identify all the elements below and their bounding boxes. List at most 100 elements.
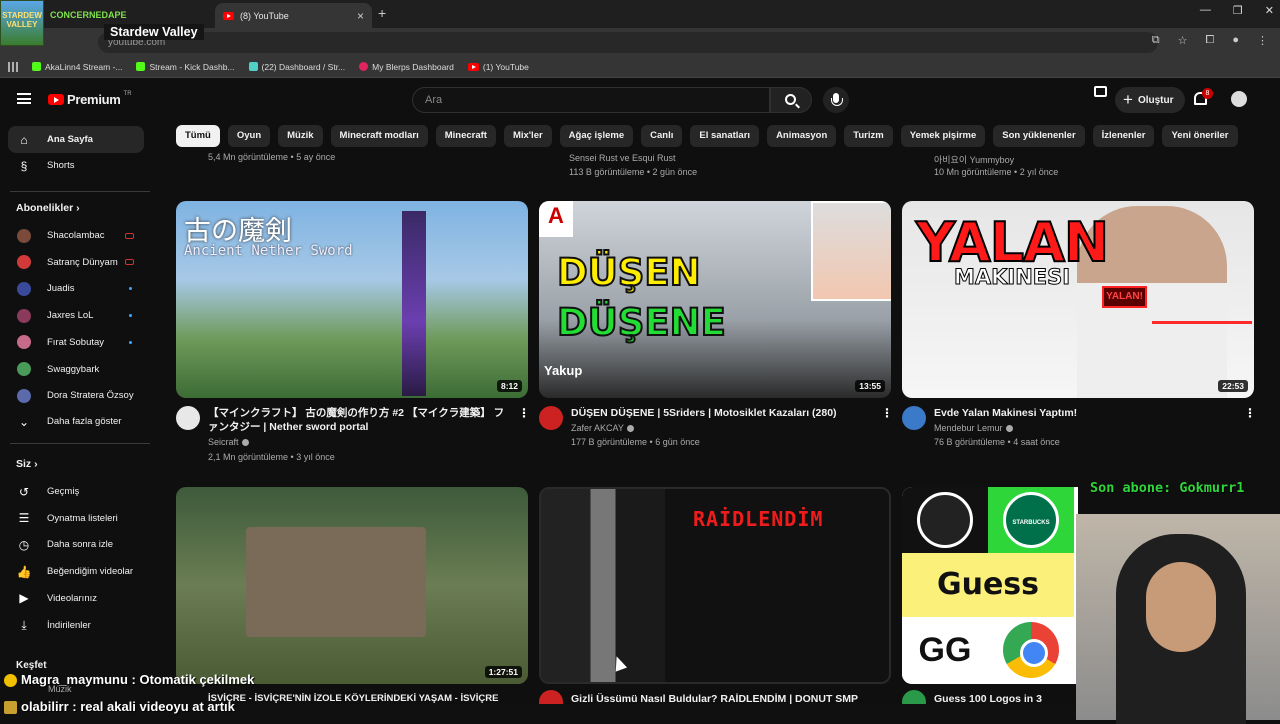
filter-chip[interactable]: Yeni öneriler bbox=[1162, 125, 1238, 147]
bookmark-item[interactable]: My Blerps Dashboard bbox=[359, 62, 454, 72]
profile-icon[interactable]: ● bbox=[1232, 34, 1239, 47]
video-title[interactable]: Evde Yalan Makinesi Yaptım! bbox=[934, 406, 1234, 420]
sidebar-item[interactable]: ▶ Videolarınız bbox=[8, 585, 144, 612]
thumbnail-face-inset bbox=[811, 201, 891, 301]
menu-icon[interactable]: ⋮ bbox=[1257, 34, 1268, 47]
toolbar-icons: ⧉ ☆ ⧠ ● ⋮ bbox=[1152, 34, 1268, 47]
channel-name[interactable]: Zafer AKCAY bbox=[571, 421, 634, 436]
sidebar-item[interactable]: ⤓ İndirilenler bbox=[8, 612, 144, 639]
bookmark-item[interactable]: AkaLinn4 Stream -... bbox=[32, 62, 122, 72]
filter-chip[interactable]: İzlenenler bbox=[1092, 125, 1155, 147]
filter-chip[interactable]: Animasyon bbox=[767, 125, 837, 147]
youtube-logo[interactable]: Premium TR bbox=[48, 91, 132, 107]
sidebar-item-shorts[interactable]: § Shorts bbox=[8, 152, 144, 179]
video-meta: 177 B görüntüleme • 6 gün önce bbox=[571, 437, 700, 447]
restore-icon[interactable]: ❐ bbox=[1233, 4, 1243, 17]
sidebar-item-home[interactable]: ⌂ Ana Sayfa bbox=[8, 126, 144, 153]
filter-chip[interactable]: Canlı bbox=[641, 125, 683, 147]
hamburger-menu-icon[interactable] bbox=[17, 93, 31, 104]
video-thumbnail[interactable]: A DÜŞEN DÜŞENE Yakup 13:55 bbox=[539, 201, 891, 398]
sidebar-item[interactable]: ☰ Oynatma listeleri bbox=[8, 505, 144, 532]
close-tab-icon[interactable]: × bbox=[357, 9, 364, 23]
subscriptions-heading[interactable]: Abonelikler › bbox=[16, 202, 80, 214]
account-avatar[interactable] bbox=[1229, 89, 1249, 109]
channel-avatar[interactable] bbox=[539, 406, 563, 430]
search-button[interactable] bbox=[770, 87, 812, 113]
channel-name-text: Zafer AKCAY bbox=[571, 423, 624, 433]
sidebar-item[interactable]: ↺ Geçmiş bbox=[8, 478, 144, 505]
show-more-button[interactable]: ⌄ Daha fazla göster bbox=[8, 408, 144, 435]
video-thumbnail[interactable]: 古の魔剣 Ancient Nether Sword 8:12 bbox=[176, 201, 528, 398]
video-thumbnail[interactable]: STARBUCKS COFFEE Guess 100 GG bbox=[902, 487, 1078, 684]
video-thumbnail[interactable]: 1:27:51 bbox=[176, 487, 528, 684]
filter-chip[interactable]: El sanatları bbox=[690, 125, 760, 147]
prev-video-channel[interactable]: 아비요이 Yummyboy bbox=[934, 153, 1014, 166]
subscription-item[interactable]: Shacolambac bbox=[8, 222, 144, 249]
filter-chip[interactable]: Tümü bbox=[176, 125, 220, 147]
subscriptions-heading-label: Abonelikler bbox=[16, 202, 74, 214]
voice-search-icon[interactable] bbox=[823, 87, 849, 113]
channel-name[interactable]: Mendebur Lemur bbox=[934, 421, 1013, 436]
address-bar[interactable]: youtube.com bbox=[98, 32, 1158, 53]
bookmark-item[interactable]: Stream - Kick Dashb... bbox=[136, 62, 235, 72]
video-thumbnail[interactable]: RAİDLENDİM bbox=[539, 487, 891, 684]
chat-message: Magra_maymunu : Otomatik çekilmek bbox=[4, 672, 254, 688]
subscription-name: Dora Stratera Özsoy bbox=[47, 390, 134, 402]
bookmark-star-icon[interactable]: ☆ bbox=[1178, 34, 1188, 47]
you-heading-label: Siz bbox=[16, 458, 32, 470]
thumbnail-minecraft-skin bbox=[541, 489, 665, 682]
new-content-dot bbox=[129, 314, 132, 318]
filter-chip[interactable]: Minecraft modları bbox=[330, 125, 428, 147]
video-thumbnail[interactable]: YALAN MAKINESI YALAN! 22:53 bbox=[902, 201, 1254, 398]
filter-chip[interactable]: Son yüklenenler bbox=[993, 125, 1085, 147]
channel-avatar bbox=[17, 255, 31, 270]
filter-chip[interactable]: Oyun bbox=[227, 125, 271, 147]
filter-chip[interactable]: Minecraft bbox=[435, 125, 496, 147]
apps-grid-icon[interactable] bbox=[8, 61, 18, 72]
bookmark-item[interactable]: (1) YouTube bbox=[467, 62, 529, 72]
filter-chip[interactable]: Turizm bbox=[844, 125, 893, 147]
sidebar-item-label: Daha fazla göster bbox=[47, 416, 122, 427]
extensions-icon[interactable]: ⧠ bbox=[1206, 34, 1215, 47]
you-heading[interactable]: Siz › bbox=[16, 458, 38, 470]
bookmark-item[interactable]: (22) Dashboard / Str... bbox=[248, 62, 345, 72]
filter-chip[interactable]: Ağaç işleme bbox=[559, 125, 634, 147]
more-options-icon[interactable]: ⋮ bbox=[1244, 406, 1256, 420]
more-options-icon[interactable]: ⋮ bbox=[881, 406, 893, 420]
kick-icon bbox=[136, 62, 146, 71]
bookmarks-bar: AkaLinn4 Stream -... Stream - Kick Dashb… bbox=[0, 56, 1280, 78]
close-window-icon[interactable]: ✕ bbox=[1265, 4, 1274, 17]
subscription-item[interactable]: Jaxres LoL bbox=[8, 302, 144, 329]
filter-chip[interactable]: Yemek pişirme bbox=[900, 125, 986, 147]
cast-icon[interactable] bbox=[1094, 86, 1107, 97]
video-meta: 2,1 Mn görüntüleme • 3 yıl önce bbox=[208, 452, 335, 462]
thumbnail-name: Yakup bbox=[544, 363, 583, 378]
video-title[interactable]: Gizli Üssümü Nasıl Buldular? RAİDLENDİM … bbox=[571, 692, 871, 704]
more-options-icon[interactable]: ⋮ bbox=[518, 406, 530, 420]
prev-video-channel[interactable]: Sensei Rust ve Esqui Rust bbox=[569, 153, 676, 163]
create-button[interactable]: + Oluştur bbox=[1115, 87, 1185, 113]
sidebar-item[interactable]: ◷ Daha sonra izle bbox=[8, 531, 144, 558]
channel-name[interactable]: Seicraft bbox=[208, 435, 249, 450]
new-tab-icon[interactable]: + bbox=[378, 5, 386, 21]
install-app-icon[interactable]: ⧉ bbox=[1152, 34, 1160, 47]
video-title[interactable]: DÜŞEN DÜŞENE | 5Sriders | Motosiklet Kaz… bbox=[571, 406, 871, 420]
thumbnail-subtext: MAKINESI bbox=[953, 265, 1071, 290]
channel-avatar[interactable] bbox=[902, 406, 926, 430]
search-input[interactable]: Ara bbox=[412, 87, 770, 113]
filter-chip[interactable]: Müzik bbox=[278, 125, 323, 147]
subscription-item[interactable]: Juadis bbox=[8, 275, 144, 302]
subscription-item[interactable]: Swaggybark bbox=[8, 356, 144, 383]
filter-chip[interactable]: Mix'ler bbox=[503, 125, 552, 147]
video-title[interactable]: Guess 100 Logos in 3 Second... bbox=[934, 692, 1074, 704]
video-title[interactable]: 【マインクラフト】 古の魔剣の作り方 #2 【マイクラ建築】 ファンタジー | … bbox=[208, 406, 510, 434]
channel-avatar[interactable] bbox=[176, 406, 200, 430]
subscription-item[interactable]: Satranç Dünyam bbox=[8, 249, 144, 276]
minimize-icon[interactable]: — bbox=[1200, 4, 1211, 17]
video-title[interactable]: İSVİÇRE - İSVİÇRE'NİN İZOLE KÖYLERİNDEKİ… bbox=[208, 692, 508, 704]
sidebar-item[interactable]: 👍 Beğendiğim videolar bbox=[8, 558, 144, 585]
verified-icon bbox=[626, 425, 634, 433]
tab-youtube[interactable]: (8) YouTube × bbox=[215, 3, 372, 28]
subscription-item[interactable]: Dora Stratera Özsoy bbox=[8, 382, 144, 409]
subscription-item[interactable]: Fırat Sobutay bbox=[8, 329, 144, 356]
